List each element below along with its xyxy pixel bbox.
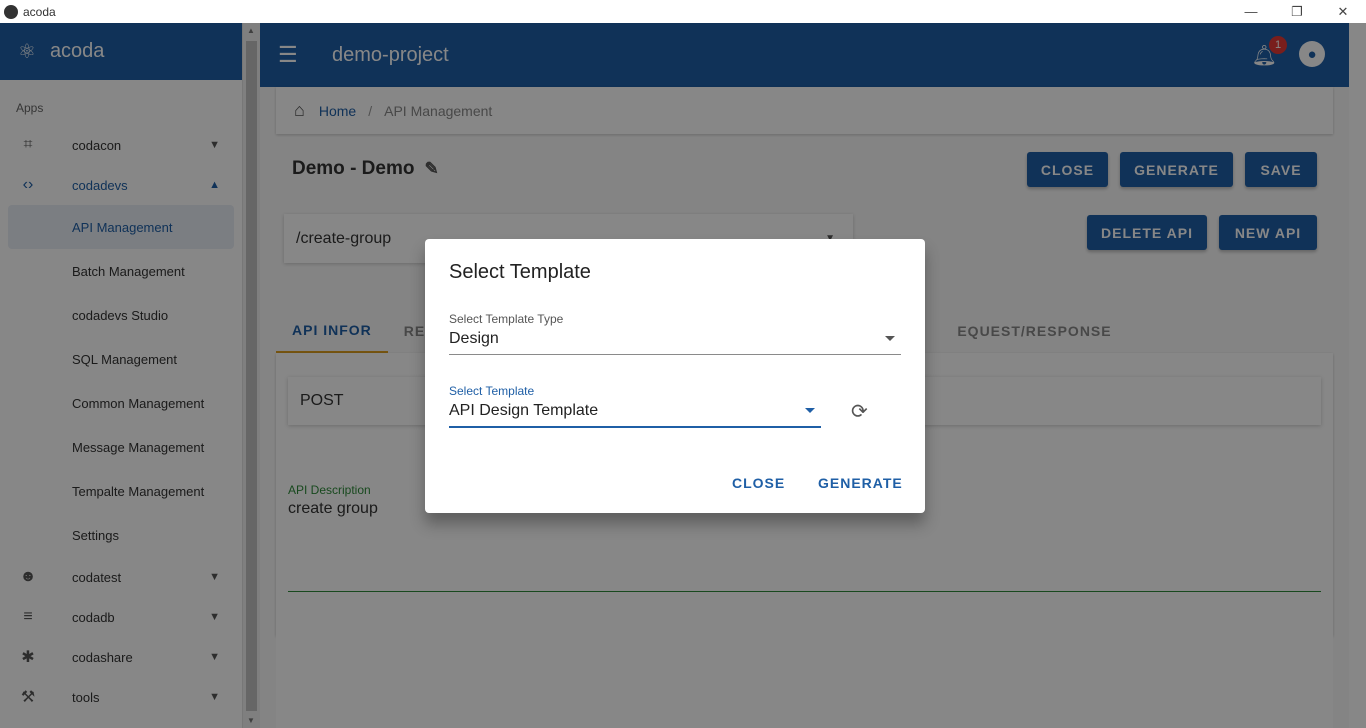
dropdown-arrow-icon (885, 336, 895, 341)
window-controls: — ❐ ✕ (1228, 0, 1366, 23)
app-icon (4, 4, 18, 19)
dialog-title: Select Template (449, 261, 591, 283)
template-select[interactable]: Select Template API Design Template (449, 384, 821, 428)
template-type-field[interactable]: Design (449, 330, 901, 354)
dialog-close-button[interactable]: CLOSE (732, 475, 785, 491)
template-type-label: Select Template Type (449, 312, 564, 326)
refresh-icon[interactable]: ⟳ (851, 399, 868, 424)
dropdown-arrow-icon (805, 408, 815, 413)
template-type-select[interactable]: Select Template Type Design (449, 312, 901, 355)
template-field[interactable]: API Design Template (449, 402, 821, 426)
select-template-dialog: Select Template Select Template Type Des… (425, 239, 925, 513)
restore-icon[interactable]: ❐ (1274, 0, 1320, 23)
template-type-value: Design (449, 330, 499, 347)
dialog-generate-button[interactable]: GENERATE (818, 475, 903, 491)
window-title: acoda (23, 4, 56, 19)
close-window-icon[interactable]: ✕ (1320, 0, 1366, 23)
window-titlebar: acoda — ❐ ✕ (0, 0, 1366, 23)
template-value: API Design Template (449, 402, 599, 419)
minimize-icon[interactable]: — (1228, 0, 1274, 23)
template-label: Select Template (449, 384, 535, 398)
